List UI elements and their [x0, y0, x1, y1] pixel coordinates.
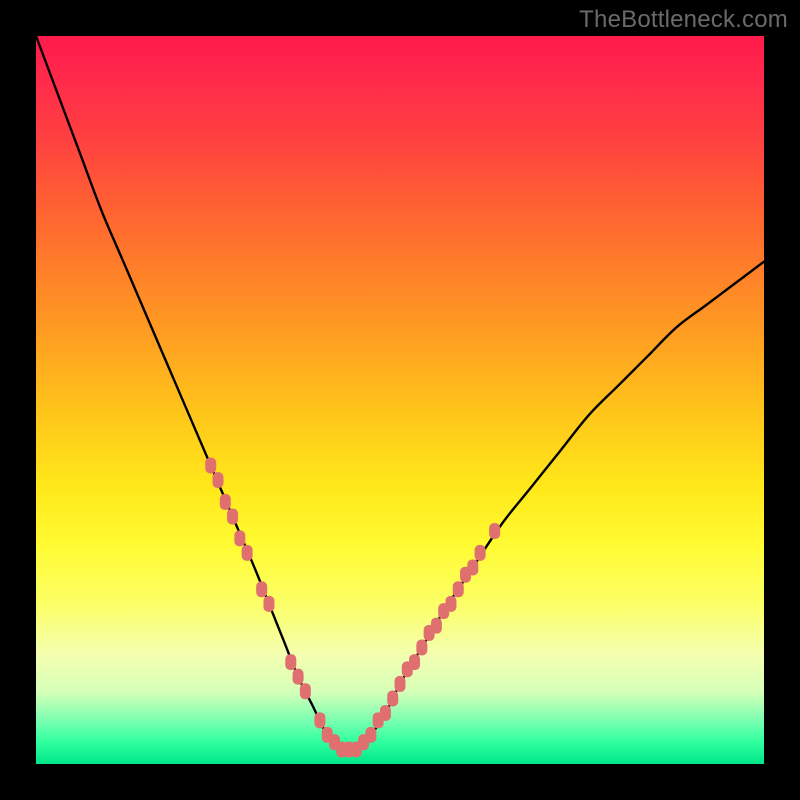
marker-dot — [395, 676, 406, 692]
marker-dot — [242, 545, 253, 561]
marker-dot — [380, 705, 391, 721]
marker-dot — [293, 669, 304, 685]
plot-area — [36, 36, 764, 764]
marker-dot — [467, 559, 478, 575]
marker-dot — [445, 596, 456, 612]
watermark-text: TheBottleneck.com — [579, 6, 788, 34]
marker-dot — [431, 618, 442, 634]
marker-dot — [387, 690, 398, 706]
marker-dot — [285, 654, 296, 670]
marker-dot — [365, 727, 376, 743]
marker-dot — [256, 581, 267, 597]
marker-dot — [300, 683, 311, 699]
marker-dot — [416, 640, 427, 656]
chart-svg — [36, 36, 764, 764]
marker-dot — [234, 530, 245, 546]
chart-frame: TheBottleneck.com — [0, 0, 800, 800]
marker-dot — [475, 545, 486, 561]
marker-dot — [314, 712, 325, 728]
curve-markers — [205, 458, 500, 758]
marker-dot — [489, 523, 500, 539]
marker-dot — [453, 581, 464, 597]
bottleneck-curve — [36, 36, 764, 751]
marker-dot — [220, 494, 231, 510]
marker-dot — [227, 508, 238, 524]
marker-dot — [205, 458, 216, 474]
marker-dot — [213, 472, 224, 488]
marker-dot — [409, 654, 420, 670]
marker-dot — [263, 596, 274, 612]
